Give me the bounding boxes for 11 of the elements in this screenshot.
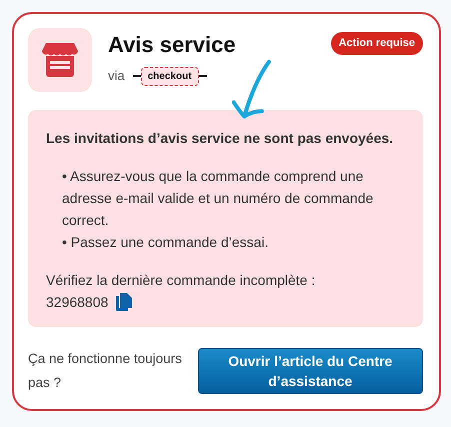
help-article-button[interactable]: Ouvrir l’article du Centre d’assistance	[198, 348, 423, 394]
list-item: • Assurez-vous que la commande comprend une adresse e-mail valide et un numéro de commande correct.	[62, 167, 374, 230]
card-title: Avis service	[108, 32, 237, 58]
order-number: 32968808	[46, 293, 108, 312]
alert-heading: Les invitations d’avis service ne sont pas envoyées.	[46, 129, 394, 148]
source-tag: checkout	[140, 66, 199, 86]
via-label: via	[108, 67, 125, 86]
help-prompt: Ça ne fonctionne toujours pas ?	[28, 350, 183, 392]
check-label: Vérifiez la dernière commande incomplète :	[46, 271, 316, 290]
list-item: • Passez une commande d’essai.	[62, 233, 270, 252]
status-badge: Action requise	[330, 32, 423, 54]
